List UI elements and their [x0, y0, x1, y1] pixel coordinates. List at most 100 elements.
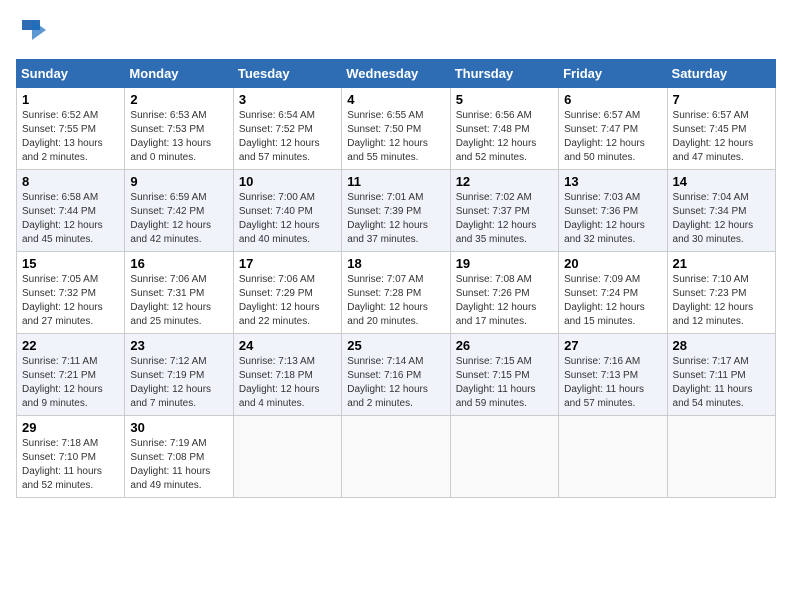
calendar-week-row: 22 Sunrise: 7:11 AMSunset: 7:21 PMDaylig…	[17, 334, 776, 416]
logo-icon	[18, 16, 46, 44]
day-detail: Sunrise: 7:09 AMSunset: 7:24 PMDaylight:…	[564, 274, 645, 327]
day-detail: Sunrise: 6:55 AMSunset: 7:50 PMDaylight:…	[347, 110, 428, 163]
day-detail: Sunrise: 6:57 AMSunset: 7:45 PMDaylight:…	[673, 110, 754, 163]
calendar-cell: 7 Sunrise: 6:57 AMSunset: 7:45 PMDayligh…	[667, 88, 775, 170]
calendar-cell	[667, 416, 775, 498]
weekday-header-sunday: Sunday	[17, 60, 125, 88]
calendar-cell: 15 Sunrise: 7:05 AMSunset: 7:32 PMDaylig…	[17, 252, 125, 334]
day-detail: Sunrise: 7:10 AMSunset: 7:23 PMDaylight:…	[673, 274, 754, 327]
calendar-cell: 29 Sunrise: 7:18 AMSunset: 7:10 PMDaylig…	[17, 416, 125, 498]
day-number: 24	[239, 338, 336, 353]
calendar-cell: 27 Sunrise: 7:16 AMSunset: 7:13 PMDaylig…	[559, 334, 667, 416]
logo	[16, 16, 46, 49]
calendar-cell: 10 Sunrise: 7:00 AMSunset: 7:40 PMDaylig…	[233, 170, 341, 252]
calendar-table: SundayMondayTuesdayWednesdayThursdayFrid…	[16, 59, 776, 498]
calendar-cell: 6 Sunrise: 6:57 AMSunset: 7:47 PMDayligh…	[559, 88, 667, 170]
day-detail: Sunrise: 7:08 AMSunset: 7:26 PMDaylight:…	[456, 274, 537, 327]
day-detail: Sunrise: 6:59 AMSunset: 7:42 PMDaylight:…	[130, 192, 211, 245]
day-detail: Sunrise: 7:00 AMSunset: 7:40 PMDaylight:…	[239, 192, 320, 245]
day-detail: Sunrise: 6:53 AMSunset: 7:53 PMDaylight:…	[130, 110, 211, 163]
calendar-cell: 23 Sunrise: 7:12 AMSunset: 7:19 PMDaylig…	[125, 334, 233, 416]
day-detail: Sunrise: 7:18 AMSunset: 7:10 PMDaylight:…	[22, 438, 102, 491]
weekday-header-friday: Friday	[559, 60, 667, 88]
calendar-cell: 18 Sunrise: 7:07 AMSunset: 7:28 PMDaylig…	[342, 252, 450, 334]
calendar-cell: 14 Sunrise: 7:04 AMSunset: 7:34 PMDaylig…	[667, 170, 775, 252]
day-number: 22	[22, 338, 119, 353]
day-number: 10	[239, 174, 336, 189]
day-detail: Sunrise: 7:07 AMSunset: 7:28 PMDaylight:…	[347, 274, 428, 327]
day-detail: Sunrise: 7:06 AMSunset: 7:31 PMDaylight:…	[130, 274, 211, 327]
calendar-week-row: 1 Sunrise: 6:52 AMSunset: 7:55 PMDayligh…	[17, 88, 776, 170]
day-number: 16	[130, 256, 227, 271]
page-header	[16, 16, 776, 49]
day-number: 2	[130, 92, 227, 107]
day-number: 12	[456, 174, 553, 189]
day-detail: Sunrise: 6:56 AMSunset: 7:48 PMDaylight:…	[456, 110, 537, 163]
day-detail: Sunrise: 7:13 AMSunset: 7:18 PMDaylight:…	[239, 356, 320, 409]
day-number: 6	[564, 92, 661, 107]
day-number: 27	[564, 338, 661, 353]
day-detail: Sunrise: 7:12 AMSunset: 7:19 PMDaylight:…	[130, 356, 211, 409]
day-detail: Sunrise: 7:11 AMSunset: 7:21 PMDaylight:…	[22, 356, 103, 409]
day-number: 11	[347, 174, 444, 189]
day-number: 5	[456, 92, 553, 107]
day-number: 20	[564, 256, 661, 271]
calendar-cell: 24 Sunrise: 7:13 AMSunset: 7:18 PMDaylig…	[233, 334, 341, 416]
calendar-cell: 20 Sunrise: 7:09 AMSunset: 7:24 PMDaylig…	[559, 252, 667, 334]
day-number: 23	[130, 338, 227, 353]
day-number: 28	[673, 338, 770, 353]
calendar-cell: 26 Sunrise: 7:15 AMSunset: 7:15 PMDaylig…	[450, 334, 558, 416]
day-number: 3	[239, 92, 336, 107]
calendar-cell: 9 Sunrise: 6:59 AMSunset: 7:42 PMDayligh…	[125, 170, 233, 252]
day-number: 7	[673, 92, 770, 107]
day-number: 18	[347, 256, 444, 271]
day-number: 8	[22, 174, 119, 189]
calendar-body: 1 Sunrise: 6:52 AMSunset: 7:55 PMDayligh…	[17, 88, 776, 498]
calendar-cell: 8 Sunrise: 6:58 AMSunset: 7:44 PMDayligh…	[17, 170, 125, 252]
day-detail: Sunrise: 6:52 AMSunset: 7:55 PMDaylight:…	[22, 110, 103, 163]
day-detail: Sunrise: 7:14 AMSunset: 7:16 PMDaylight:…	[347, 356, 428, 409]
calendar-cell: 12 Sunrise: 7:02 AMSunset: 7:37 PMDaylig…	[450, 170, 558, 252]
calendar-cell: 13 Sunrise: 7:03 AMSunset: 7:36 PMDaylig…	[559, 170, 667, 252]
calendar-cell: 3 Sunrise: 6:54 AMSunset: 7:52 PMDayligh…	[233, 88, 341, 170]
day-detail: Sunrise: 6:57 AMSunset: 7:47 PMDaylight:…	[564, 110, 645, 163]
day-number: 9	[130, 174, 227, 189]
day-number: 1	[22, 92, 119, 107]
weekday-header-tuesday: Tuesday	[233, 60, 341, 88]
day-number: 21	[673, 256, 770, 271]
calendar-cell: 4 Sunrise: 6:55 AMSunset: 7:50 PMDayligh…	[342, 88, 450, 170]
day-number: 15	[22, 256, 119, 271]
day-detail: Sunrise: 7:17 AMSunset: 7:11 PMDaylight:…	[673, 356, 753, 409]
day-detail: Sunrise: 7:02 AMSunset: 7:37 PMDaylight:…	[456, 192, 537, 245]
calendar-cell: 30 Sunrise: 7:19 AMSunset: 7:08 PMDaylig…	[125, 416, 233, 498]
weekday-header-thursday: Thursday	[450, 60, 558, 88]
calendar-cell: 17 Sunrise: 7:06 AMSunset: 7:29 PMDaylig…	[233, 252, 341, 334]
day-number: 14	[673, 174, 770, 189]
calendar-cell: 11 Sunrise: 7:01 AMSunset: 7:39 PMDaylig…	[342, 170, 450, 252]
calendar-cell: 22 Sunrise: 7:11 AMSunset: 7:21 PMDaylig…	[17, 334, 125, 416]
calendar-cell: 21 Sunrise: 7:10 AMSunset: 7:23 PMDaylig…	[667, 252, 775, 334]
day-detail: Sunrise: 7:05 AMSunset: 7:32 PMDaylight:…	[22, 274, 103, 327]
weekday-header-monday: Monday	[125, 60, 233, 88]
weekday-header-wednesday: Wednesday	[342, 60, 450, 88]
weekday-header-saturday: Saturday	[667, 60, 775, 88]
day-number: 26	[456, 338, 553, 353]
day-detail: Sunrise: 7:16 AMSunset: 7:13 PMDaylight:…	[564, 356, 644, 409]
day-detail: Sunrise: 7:06 AMSunset: 7:29 PMDaylight:…	[239, 274, 320, 327]
calendar-cell: 19 Sunrise: 7:08 AMSunset: 7:26 PMDaylig…	[450, 252, 558, 334]
calendar-week-row: 29 Sunrise: 7:18 AMSunset: 7:10 PMDaylig…	[17, 416, 776, 498]
day-number: 17	[239, 256, 336, 271]
calendar-cell: 5 Sunrise: 6:56 AMSunset: 7:48 PMDayligh…	[450, 88, 558, 170]
day-number: 30	[130, 420, 227, 435]
day-detail: Sunrise: 6:54 AMSunset: 7:52 PMDaylight:…	[239, 110, 320, 163]
day-detail: Sunrise: 6:58 AMSunset: 7:44 PMDaylight:…	[22, 192, 103, 245]
day-number: 4	[347, 92, 444, 107]
weekday-header-row: SundayMondayTuesdayWednesdayThursdayFrid…	[17, 60, 776, 88]
day-detail: Sunrise: 7:15 AMSunset: 7:15 PMDaylight:…	[456, 356, 536, 409]
calendar-cell	[233, 416, 341, 498]
calendar-week-row: 8 Sunrise: 6:58 AMSunset: 7:44 PMDayligh…	[17, 170, 776, 252]
day-number: 29	[22, 420, 119, 435]
day-detail: Sunrise: 7:04 AMSunset: 7:34 PMDaylight:…	[673, 192, 754, 245]
calendar-cell	[559, 416, 667, 498]
calendar-cell: 1 Sunrise: 6:52 AMSunset: 7:55 PMDayligh…	[17, 88, 125, 170]
